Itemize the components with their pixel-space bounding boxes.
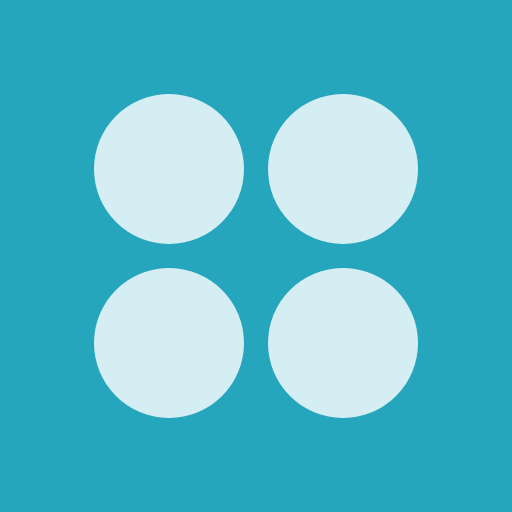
app-icon-tile <box>0 0 512 512</box>
dot-top-left-icon <box>94 94 244 244</box>
dot-bottom-left-icon <box>94 268 244 418</box>
dot-bottom-right-icon <box>268 268 418 418</box>
dot-top-right-icon <box>268 94 418 244</box>
